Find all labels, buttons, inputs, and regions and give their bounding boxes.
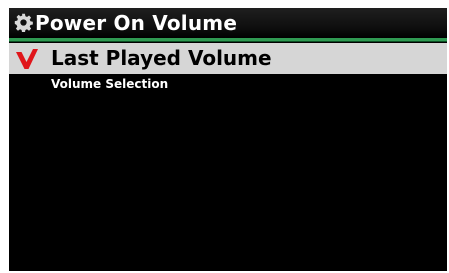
- option-list: Last Played Volume: [9, 43, 447, 74]
- list-item-label: Last Played Volume: [51, 46, 272, 70]
- screen: Power On Volume Last Played Volume Volum…: [9, 8, 447, 271]
- list-item-last-played-volume[interactable]: Last Played Volume: [9, 43, 447, 74]
- title-bar: Power On Volume: [9, 8, 447, 41]
- hint-text: Volume Selection: [51, 77, 169, 91]
- gear-icon: [14, 13, 33, 33]
- page-title: Power On Volume: [35, 11, 238, 35]
- check-icon: [15, 47, 39, 71]
